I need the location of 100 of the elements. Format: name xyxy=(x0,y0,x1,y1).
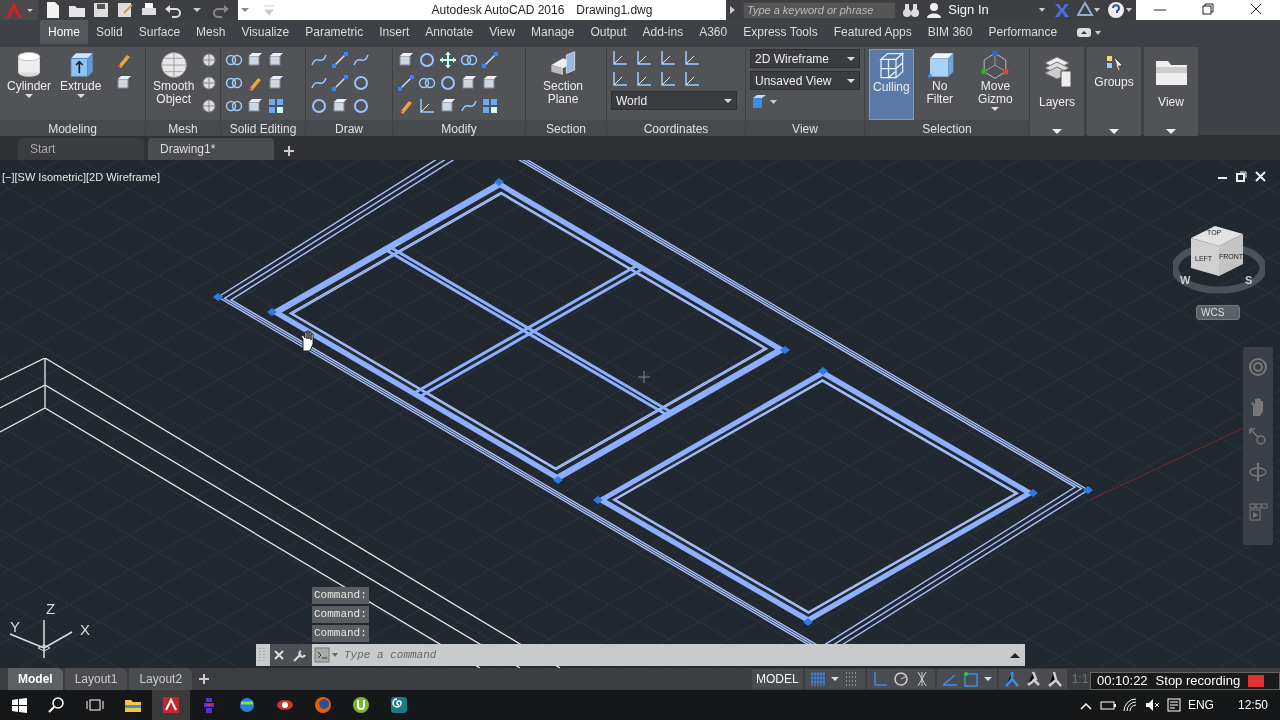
ribbon-tab[interactable]: Add-ins xyxy=(634,20,692,44)
ribbon-button[interactable]: Culling xyxy=(869,49,914,120)
axis-icon[interactable] xyxy=(418,97,436,115)
panel-title[interactable]: Draw xyxy=(306,120,392,136)
wrench-icon[interactable] xyxy=(288,644,312,666)
box-icon[interactable] xyxy=(267,51,285,69)
close-icon[interactable] xyxy=(270,644,288,666)
search-field[interactable]: Type a keyword or phrase xyxy=(743,1,897,19)
box-icon[interactable] xyxy=(246,97,264,115)
triangle-icon[interactable] xyxy=(1077,1,1101,19)
ribbon-tab[interactable]: Output xyxy=(582,20,635,44)
object-snap-icon[interactable] xyxy=(961,670,980,688)
sign-in-link[interactable]: Sign In xyxy=(948,0,1031,20)
ribbon-button[interactable]: Extrude xyxy=(57,49,105,120)
viewport-label[interactable]: [−][SW Isometric][2D Wireframe] xyxy=(2,169,160,186)
panel-title[interactable]: Mesh xyxy=(146,120,220,136)
globe-icon[interactable] xyxy=(237,695,257,715)
panel-title[interactable]: Solid Editing xyxy=(221,120,305,136)
document-tab[interactable]: Start xyxy=(18,138,144,160)
axis-icon[interactable] xyxy=(659,70,677,88)
ribbon-tab[interactable]: Performance xyxy=(980,20,1066,44)
axis-icon[interactable] xyxy=(683,70,701,88)
ribbon-tab[interactable]: Mesh xyxy=(188,20,234,44)
ribbon-tab[interactable]: Featured Apps xyxy=(825,20,920,44)
ribbon-button[interactable]: No Filter xyxy=(916,49,963,120)
panel-title[interactable]: Modify xyxy=(393,120,525,136)
wifi-icon[interactable] xyxy=(1121,697,1138,713)
sphere-icon[interactable] xyxy=(200,97,219,115)
model-space-button[interactable]: MODEL xyxy=(752,669,803,689)
collapsed-panel[interactable]: Groups xyxy=(1087,47,1141,136)
ribbon-tab[interactable]: Manage xyxy=(523,20,583,44)
panel-title[interactable]: Coordinates xyxy=(607,120,745,136)
circle-icon[interactable] xyxy=(439,74,457,92)
command-input[interactable]: Type a command xyxy=(342,645,1005,665)
layout-tab[interactable]: Model xyxy=(8,668,63,690)
line-icon[interactable] xyxy=(331,74,349,92)
box-icon[interactable] xyxy=(481,74,499,92)
ribbon-tab[interactable]: Express Tools xyxy=(735,20,826,44)
move-icon[interactable] xyxy=(439,51,457,69)
help-icon[interactable] xyxy=(1107,1,1133,19)
stop-icon[interactable] xyxy=(1248,675,1265,687)
axis-icon[interactable] xyxy=(683,49,701,67)
autocad-icon[interactable] xyxy=(161,695,181,715)
ribbon-tab[interactable]: Home xyxy=(40,20,88,44)
layout-tab[interactable]: Layout1 xyxy=(64,668,128,690)
axis-icon[interactable] xyxy=(611,49,629,67)
dropdown[interactable]: 2D Wireframe xyxy=(750,49,860,68)
axis-icon[interactable] xyxy=(659,49,677,67)
restore-icon[interactable] xyxy=(1235,170,1248,183)
line-icon[interactable] xyxy=(481,51,499,69)
polar-icon[interactable] xyxy=(891,670,910,688)
line-icon[interactable] xyxy=(331,51,349,69)
ribbon-tab[interactable]: Parametric xyxy=(297,20,372,44)
circle-icon[interactable] xyxy=(352,74,370,92)
ribbon-button[interactable]: Smooth Object xyxy=(150,49,198,120)
save-icon[interactable] xyxy=(92,1,110,19)
search-icon[interactable] xyxy=(47,695,67,715)
circle-icon[interactable] xyxy=(310,97,328,115)
box-icon[interactable] xyxy=(246,51,264,69)
ribbon-tab[interactable]: BIM 360 xyxy=(919,20,981,44)
spiral-icon[interactable] xyxy=(389,695,409,715)
ribbon-button[interactable]: Section Plane xyxy=(530,49,596,120)
panel-title[interactable]: Section xyxy=(526,120,606,136)
ribbon-tab[interactable]: View xyxy=(481,20,524,44)
box-icon[interactable] xyxy=(460,74,478,92)
ribbon-tab[interactable]: Surface xyxy=(130,20,189,44)
grid-icon[interactable] xyxy=(481,97,499,115)
collapsed-panel[interactable]: View xyxy=(1144,47,1198,136)
close-icon[interactable] xyxy=(1254,170,1267,183)
collapsed-panel[interactable]: Layers xyxy=(1030,47,1084,136)
axis-icon[interactable] xyxy=(635,70,653,88)
box-icon[interactable] xyxy=(115,74,134,92)
browser-icon[interactable] xyxy=(313,695,333,715)
sphere-icon[interactable] xyxy=(200,51,219,69)
sphere-icon[interactable] xyxy=(200,74,219,92)
dropdown[interactable]: World xyxy=(611,91,737,110)
binoculars-icon[interactable] xyxy=(902,1,921,19)
circle-icon[interactable] xyxy=(352,97,370,115)
ribbon-tab[interactable]: Visualize xyxy=(233,20,298,44)
circle-icon[interactable] xyxy=(418,51,436,69)
torrent-icon[interactable] xyxy=(351,695,371,715)
layout-tab[interactable]: Layout2 xyxy=(129,668,193,690)
ribbon-button[interactable]: Cylinder xyxy=(4,49,54,120)
visual-style-icon[interactable] xyxy=(750,93,780,111)
windows-icon[interactable] xyxy=(9,695,29,715)
ribbon-tab[interactable]: Solid xyxy=(88,20,131,44)
box-icon[interactable] xyxy=(331,97,349,115)
ribbon-tab[interactable]: A360 xyxy=(691,20,736,44)
box-icon[interactable] xyxy=(439,97,457,115)
user-icon[interactable] xyxy=(926,1,943,19)
coordinate-system-button[interactable]: WCS xyxy=(1196,305,1240,320)
notification-icon[interactable] xyxy=(1165,697,1182,713)
axis-icon[interactable] xyxy=(635,49,653,67)
clock[interactable]: 12:50 xyxy=(1237,696,1268,714)
save-as-icon[interactable] xyxy=(116,1,134,19)
language-indicator[interactable]: ENG xyxy=(1187,696,1214,714)
mute-icon[interactable] xyxy=(1143,697,1160,713)
stop-recording-link[interactable]: Stop recording xyxy=(1155,671,1241,691)
axis-icon[interactable] xyxy=(611,70,629,88)
ribbon-button[interactable]: Move Gizmo xyxy=(965,49,1025,120)
